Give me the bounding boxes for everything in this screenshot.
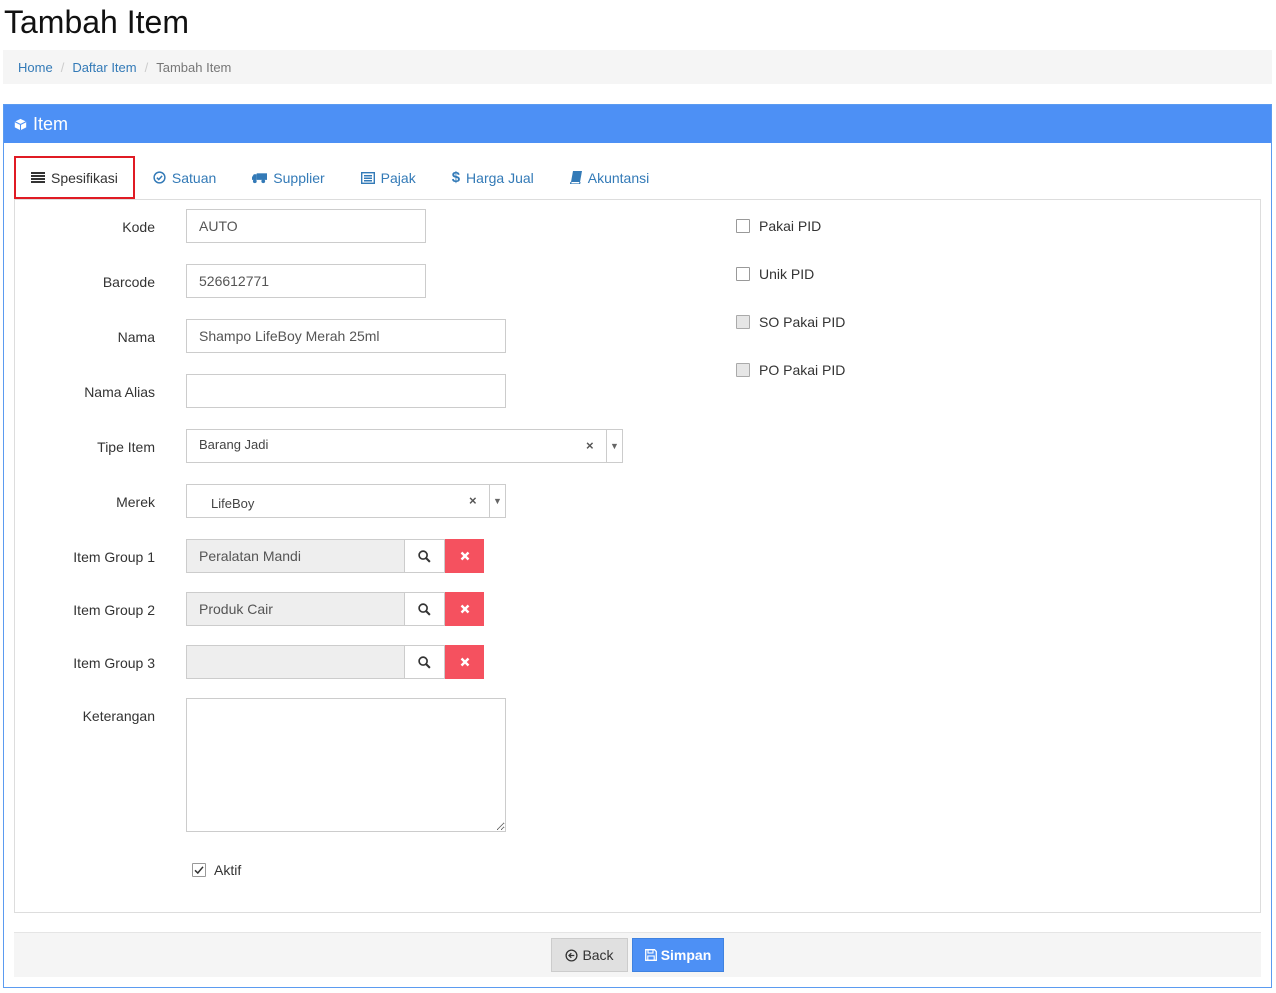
tab-akuntansi[interactable]: Akuntansi bbox=[552, 156, 667, 199]
aktif-label: Aktif bbox=[214, 862, 242, 878]
list-icon bbox=[31, 172, 45, 183]
search-icon bbox=[418, 655, 431, 669]
tab-harga-jual[interactable]: $ Harga Jual bbox=[434, 156, 552, 199]
close-icon bbox=[460, 657, 469, 667]
aktif-checkbox[interactable] bbox=[192, 863, 206, 877]
form-footer: Back Simpan bbox=[14, 932, 1261, 977]
check-circle-icon bbox=[153, 171, 166, 184]
nama-alias-input[interactable] bbox=[186, 374, 506, 408]
nama-input[interactable]: Shampo LifeBoy Merah 25ml bbox=[186, 319, 506, 353]
tab-pajak[interactable]: Pajak bbox=[343, 156, 434, 199]
tab-spesifikasi[interactable]: Spesifikasi bbox=[14, 156, 135, 199]
nama-alias-label: Nama Alias bbox=[84, 384, 155, 400]
clear-icon[interactable]: × bbox=[586, 438, 594, 453]
item-group-1-input[interactable]: Peralatan Mandi bbox=[186, 539, 405, 573]
tab-label: Harga Jual bbox=[466, 169, 534, 186]
book-icon bbox=[569, 171, 582, 184]
barcode-label: Barcode bbox=[102, 274, 155, 290]
chevron-down-icon[interactable]: ▼ bbox=[489, 485, 505, 517]
breadcrumb-separator: / bbox=[144, 59, 149, 75]
list-alt-icon bbox=[360, 171, 375, 184]
panel-header: Item bbox=[4, 105, 1271, 143]
item-panel: Item Spesifikasi Satuan Supplier Pajak $… bbox=[3, 104, 1272, 988]
item-group-3-label: Item Group 3 bbox=[73, 655, 155, 671]
breadcrumb: Home / Daftar Item / Tambah Item bbox=[3, 50, 1272, 84]
item-group-3-clear-button[interactable] bbox=[445, 645, 484, 679]
merek-label: Merek bbox=[116, 494, 155, 510]
search-icon bbox=[418, 602, 431, 616]
tipe-item-label: Tipe Item bbox=[97, 439, 155, 455]
back-button[interactable]: Back bbox=[551, 938, 628, 972]
save-button-label: Simpan bbox=[660, 947, 712, 963]
tab-label: Spesifikasi bbox=[51, 169, 118, 186]
keterangan-label: Keterangan bbox=[82, 708, 155, 724]
kode-input[interactable]: AUTO bbox=[186, 209, 426, 243]
truck-icon bbox=[252, 172, 268, 184]
kode-label: Kode bbox=[122, 219, 155, 235]
panel-title: Item bbox=[33, 113, 69, 134]
tab-content-spesifikasi: Kode AUTO Barcode 526612771 Nama Shampo … bbox=[14, 199, 1261, 913]
item-group-1-label: Item Group 1 bbox=[73, 549, 155, 565]
close-icon bbox=[460, 551, 469, 561]
chevron-down-icon[interactable]: ▼ bbox=[606, 430, 622, 462]
unik-pid-checkbox[interactable] bbox=[736, 267, 750, 281]
save-button[interactable]: Simpan bbox=[632, 938, 724, 972]
breadcrumb-home[interactable]: Home bbox=[18, 60, 53, 75]
item-group-1-search-button[interactable] bbox=[404, 539, 445, 573]
so-pakai-pid-label: SO Pakai PID bbox=[759, 314, 846, 330]
floppy-disk-icon bbox=[644, 949, 657, 961]
item-group-2-label: Item Group 2 bbox=[73, 602, 155, 618]
page-title: Tambah Item bbox=[4, 4, 189, 40]
tab-label: Akuntansi bbox=[587, 169, 650, 186]
item-group-2-search-button[interactable] bbox=[404, 592, 445, 626]
pakai-pid-checkbox[interactable] bbox=[736, 219, 750, 233]
cube-icon bbox=[14, 118, 27, 131]
search-icon bbox=[418, 549, 431, 563]
item-group-1-clear-button[interactable] bbox=[445, 539, 484, 573]
check-icon bbox=[194, 866, 204, 875]
tipe-item-select[interactable]: Barang Jadi × ▼ bbox=[186, 429, 623, 463]
breadcrumb-daftar-item[interactable]: Daftar Item bbox=[72, 60, 136, 75]
tab-satuan[interactable]: Satuan bbox=[135, 156, 234, 199]
barcode-input[interactable]: 526612771 bbox=[186, 264, 426, 298]
so-pakai-pid-checkbox[interactable] bbox=[736, 315, 750, 329]
tab-supplier[interactable]: Supplier bbox=[234, 156, 342, 199]
keterangan-textarea[interactable] bbox=[186, 698, 506, 832]
tab-label: Satuan bbox=[171, 169, 217, 186]
breadcrumb-current: Tambah Item bbox=[156, 59, 232, 75]
item-group-3-input[interactable] bbox=[186, 645, 405, 679]
unik-pid-label: Unik PID bbox=[759, 266, 815, 282]
tipe-item-value: Barang Jadi bbox=[199, 437, 269, 452]
breadcrumb-separator: / bbox=[60, 59, 65, 75]
clear-icon[interactable]: × bbox=[469, 493, 477, 508]
circle-arrow-left-icon bbox=[565, 948, 578, 962]
po-pakai-pid-label: PO Pakai PID bbox=[759, 362, 846, 378]
pakai-pid-label: Pakai PID bbox=[759, 218, 822, 234]
po-pakai-pid-checkbox[interactable] bbox=[736, 363, 750, 377]
item-group-2-input[interactable]: Produk Cair bbox=[186, 592, 405, 626]
merek-select[interactable]: LifeBoy × ▼ bbox=[186, 484, 506, 518]
item-group-2-clear-button[interactable] bbox=[445, 592, 484, 626]
nama-label: Nama bbox=[117, 329, 155, 345]
close-icon bbox=[460, 604, 469, 614]
merek-value: LifeBoy bbox=[211, 496, 255, 511]
back-button-label: Back bbox=[582, 947, 614, 963]
tab-label: Supplier bbox=[273, 169, 325, 186]
item-group-3-search-button[interactable] bbox=[404, 645, 445, 679]
dollar-icon: $ bbox=[451, 169, 461, 186]
tab-bar: Spesifikasi Satuan Supplier Pajak $ Harg… bbox=[14, 156, 667, 199]
tab-label: Pajak bbox=[380, 169, 416, 186]
